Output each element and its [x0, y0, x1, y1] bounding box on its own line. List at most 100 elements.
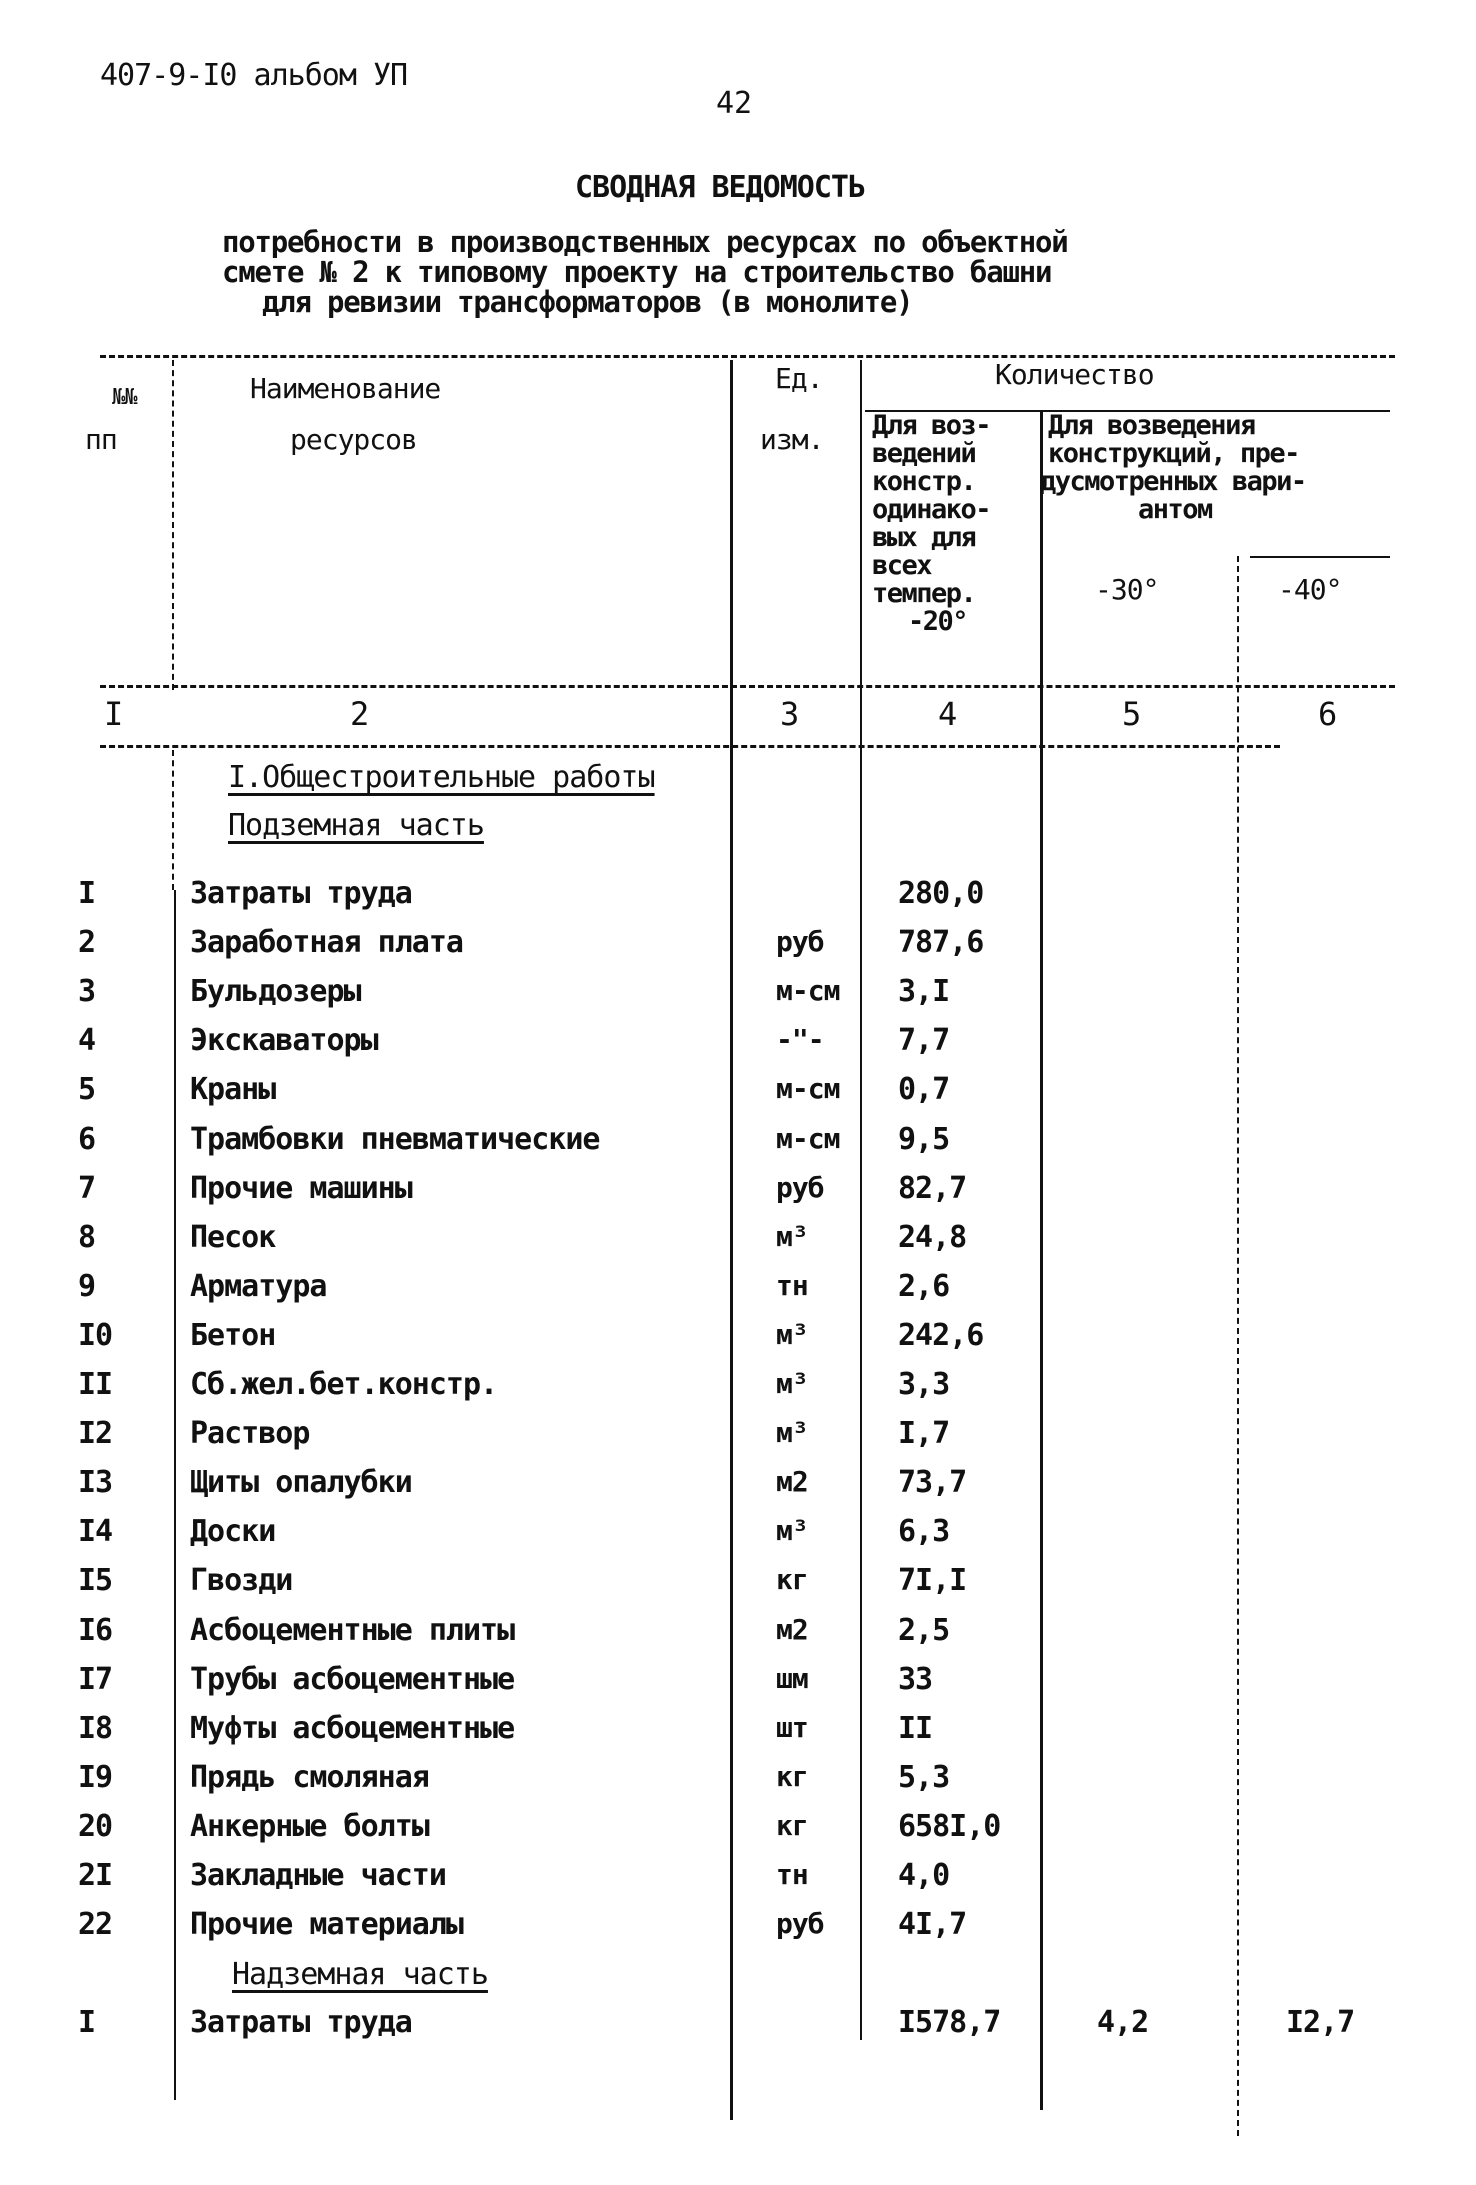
table-row: 8 Песок м³ 24,8	[0, 1220, 1476, 1269]
row-number: 22	[78, 1907, 113, 1943]
table-row: 20 Анкерные болты кг 658I,0	[0, 1809, 1476, 1858]
row-number: I2	[78, 1416, 113, 1452]
row-number: I4	[78, 1514, 113, 1550]
resource-name: Заработная плата	[190, 925, 464, 961]
resource-name: Бетон	[190, 1317, 276, 1353]
resource-name: Трамбовки пневматические	[190, 1121, 600, 1157]
table-row: I6 Асбоцементные плиты м2 2,5	[0, 1613, 1476, 1662]
header-name-line2: ресурсов	[290, 423, 418, 456]
quantity-common: II	[898, 1710, 933, 1746]
unit: руб	[776, 1907, 825, 1941]
header-q-common-line: всех	[872, 550, 933, 581]
header-name-line1: Наименование	[250, 372, 441, 405]
quantity-minus30: 4,2	[1097, 2005, 1149, 2040]
subsection-aboveground: Надземная часть	[232, 1957, 489, 1992]
column-number-3: 3	[780, 695, 800, 733]
resource-name: Песок	[190, 1219, 276, 1255]
column-number-4: 4	[938, 695, 958, 733]
resource-name: Экскаваторы	[190, 1023, 379, 1059]
table-row: 2I Закладные части тн 4,0	[0, 1858, 1476, 1907]
quantity-common: 242,6	[898, 1317, 984, 1353]
header-num-line2: пп	[85, 423, 118, 456]
unit: м³	[776, 1416, 809, 1450]
subsection-underground: Подземная часть	[228, 808, 485, 843]
resource-name: Бульдозеры	[190, 974, 362, 1010]
table-top-rule	[100, 355, 1395, 358]
row-number: 2	[78, 925, 96, 961]
unit: кг	[776, 1563, 809, 1597]
column-number-6: 6	[1318, 695, 1338, 733]
resource-name: Трубы асбоцементные	[190, 1661, 515, 1697]
row-number: I7	[78, 1661, 113, 1697]
quantity-common: 4,0	[898, 1858, 950, 1893]
row-number: I8	[78, 1710, 113, 1746]
column-divider-1	[172, 360, 174, 690]
table-row: I Затраты труда I578,7 4,2 I2,7	[0, 2005, 1476, 2054]
resource-name: Доски	[190, 1514, 276, 1550]
table-row: I3 Щиты опалубки м2 73,7	[0, 1465, 1476, 1514]
header-q-common-line: констр.	[872, 466, 977, 497]
resource-name: Закладные части	[190, 1858, 447, 1893]
quantity-common: I578,7	[898, 2005, 1001, 2040]
table-row: 5 Краны м-см 0,7	[0, 1072, 1476, 1121]
table-row: 3 Бульдозеры м-см 3,I	[0, 974, 1476, 1023]
unit: кг	[776, 1759, 809, 1793]
section-title: I.Общестроительные работы	[228, 760, 656, 795]
resource-name: Прядь смоляная	[190, 1759, 430, 1795]
quantity-common: 280,0	[898, 876, 984, 911]
resource-name: Прочие материалы	[190, 1907, 464, 1943]
resource-name: Арматура	[190, 1268, 327, 1304]
quantity-common: 24,8	[898, 1219, 967, 1255]
unit: тн	[776, 1268, 809, 1302]
unit: шт	[776, 1710, 809, 1744]
quantity-common: 33	[898, 1661, 933, 1697]
header-q-common-line: -20°	[908, 606, 969, 637]
resource-name: Сб.жел.бет.констр.	[190, 1367, 498, 1402]
header-q-variant-line: Для возведения	[1048, 410, 1256, 441]
resource-name: Краны	[190, 1072, 276, 1108]
row-number: I0	[78, 1317, 113, 1353]
unit: м-см	[776, 1121, 840, 1155]
unit: м-см	[776, 974, 840, 1008]
subtitle-line-1: потребности в производственных ресурсах …	[222, 225, 1069, 259]
row-number: I9	[78, 1759, 113, 1795]
header-num-line1: №№	[112, 385, 137, 410]
document-title: СВОДНАЯ ВЕДОМОСТЬ	[574, 170, 866, 205]
resource-name: Щиты опалубки	[190, 1465, 413, 1501]
table-row: I Затраты труда 280,0	[0, 876, 1476, 925]
row-number: 5	[78, 1072, 96, 1108]
row-number: 8	[78, 1219, 96, 1255]
resource-name: Раствор	[190, 1416, 310, 1452]
quantity-common: 2,5	[898, 1612, 950, 1648]
quantity-common: 82,7	[898, 1170, 967, 1206]
quantity-common: 9,5	[898, 1121, 950, 1157]
header-q-common-line: Для воз-	[872, 410, 992, 441]
header-q-common: Для воз- ведений констр. одинако- вых дл…	[872, 410, 992, 637]
header-minus40: -40°	[1278, 573, 1342, 606]
minus40-subheader-rule	[1250, 556, 1390, 558]
header-unit-line1: Ед.	[775, 362, 824, 395]
unit: руб	[776, 925, 825, 959]
resource-name: Прочие машины	[190, 1170, 413, 1206]
unit: -"-	[776, 1023, 825, 1057]
quantity-common: 2,6	[898, 1268, 950, 1304]
row-number: 9	[78, 1268, 96, 1304]
header-q-variant-line: дусмотренных вари-	[1040, 466, 1307, 497]
column-number-2: 2	[350, 695, 370, 733]
header-minus30: -30°	[1095, 573, 1159, 606]
header-q-variant: Для возведения конструкций, пре- дусмотр…	[1040, 410, 1307, 524]
unit: руб	[776, 1170, 825, 1204]
quantity-common: 5,3	[898, 1759, 950, 1795]
table-row: I9 Прядь смоляная кг 5,3	[0, 1760, 1476, 1809]
subtitle-line-3: для ревизии трансформаторов (в монолите)	[262, 285, 914, 319]
unit: м³	[776, 1219, 809, 1253]
unit: м-см	[776, 1072, 840, 1106]
table-row: I5 Гвозди кг 7I,I	[0, 1563, 1476, 1612]
unit: м³	[776, 1367, 809, 1400]
table-row: 9 Арматура тн 2,6	[0, 1269, 1476, 1318]
table-row: I8 Муфты асбоцементные шт II	[0, 1711, 1476, 1760]
document-code: 407-9-I0 альбом УП	[100, 58, 408, 93]
table-row: II Сб.жел.бет.констр. м³ 3,3	[0, 1367, 1476, 1416]
quantity-common: 787,6	[898, 925, 984, 961]
unit: м2	[776, 1612, 809, 1646]
